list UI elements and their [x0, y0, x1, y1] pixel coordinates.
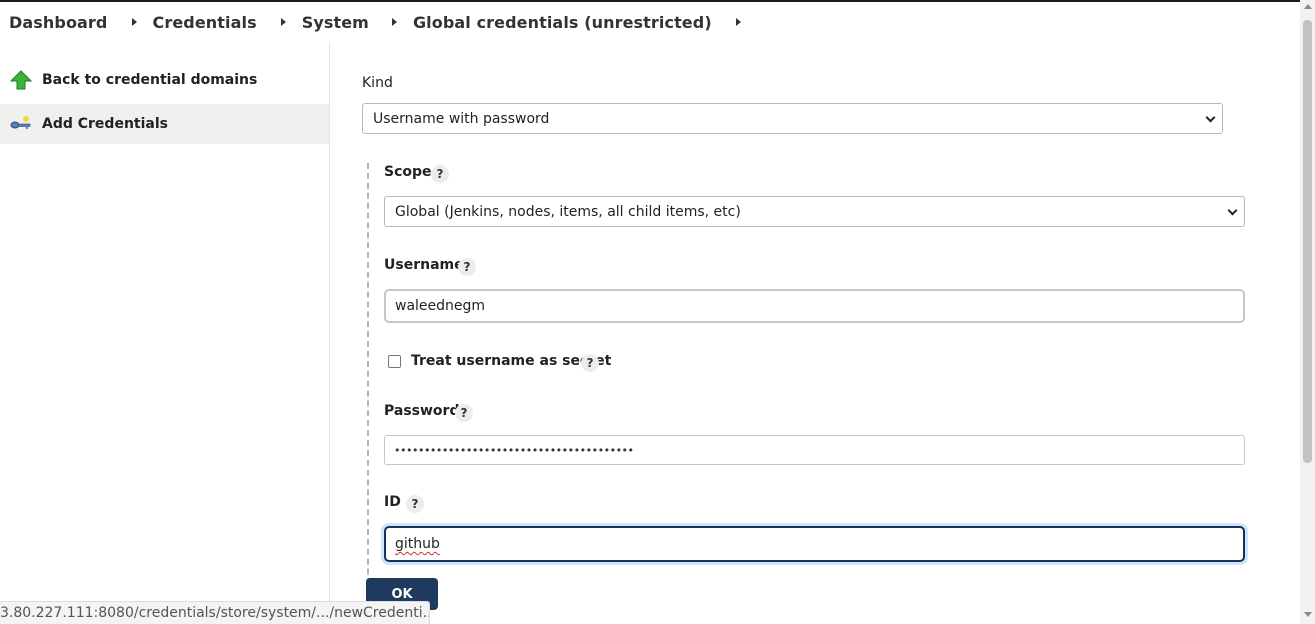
password-input[interactable]: ••••••••••••••••••••••••••••••••••••••••: [384, 435, 1245, 465]
chevron-down-icon: [1227, 205, 1238, 216]
password-input-value: ••••••••••••••••••••••••••••••••••••••••: [394, 443, 634, 457]
sidebar-item-label: Add Credentials: [42, 116, 168, 132]
kind-select-value: Username with password: [373, 110, 550, 127]
username-input-value: waleednegm: [395, 298, 486, 314]
kind-select[interactable]: Username with password: [362, 103, 1223, 134]
chevron-right-icon[interactable]: [280, 18, 286, 26]
id-input[interactable]: github: [384, 526, 1245, 562]
scope-select-value: Global (Jenkins, nodes, items, all child…: [395, 203, 741, 220]
scrollbar-thumb[interactable]: [1303, 20, 1312, 463]
scroll-down-icon[interactable]: [1304, 612, 1312, 617]
breadcrumb: Dashboard Credentials System Global cred…: [0, 2, 1300, 42]
scope-help-icon[interactable]: ?: [431, 165, 449, 183]
sidebar-item-label: Back to credential domains: [42, 72, 258, 88]
username-input[interactable]: waleednegm: [384, 289, 1245, 323]
breadcrumb-global-credentials[interactable]: Global credentials (unrestricted): [413, 13, 712, 32]
scope-select[interactable]: Global (Jenkins, nodes, items, all child…: [384, 196, 1245, 227]
sidebar-item-add-credentials[interactable]: Add Credentials: [0, 104, 329, 144]
treat-username-secret-checkbox[interactable]: [388, 355, 401, 368]
chevron-right-icon[interactable]: [735, 18, 741, 26]
nested-section-divider: [367, 163, 369, 624]
username-help-icon[interactable]: ?: [458, 258, 476, 276]
status-url-preview: 3.80.227.111:8080/credentials/store/syst…: [0, 601, 430, 624]
credential-form: Kind Username with password Scope ? Glob…: [330, 42, 1300, 624]
breadcrumb-system[interactable]: System: [302, 13, 369, 32]
chevron-right-icon[interactable]: [391, 18, 397, 26]
password-label: Password: [384, 403, 460, 419]
chevron-right-icon[interactable]: [132, 18, 138, 26]
vertical-scrollbar[interactable]: [1300, 0, 1315, 624]
chevron-down-icon: [1205, 112, 1216, 123]
id-label: ID: [384, 494, 401, 510]
scroll-up-icon[interactable]: [1304, 4, 1312, 9]
scope-label: Scope: [384, 164, 432, 180]
username-label: Username: [384, 257, 464, 273]
password-help-icon[interactable]: ?: [455, 404, 473, 422]
id-help-icon[interactable]: ?: [406, 495, 424, 513]
breadcrumb-dashboard[interactable]: Dashboard: [9, 13, 107, 32]
id-input-value: github: [395, 536, 440, 552]
up-arrow-icon: [10, 69, 32, 91]
sidebar: Back to credential domains Add Credentia…: [0, 42, 330, 624]
key-icon: [10, 113, 32, 135]
sidebar-item-back-to-domains[interactable]: Back to credential domains: [0, 60, 329, 100]
kind-label: Kind: [362, 75, 393, 91]
treat-secret-help-icon[interactable]: ?: [581, 354, 599, 372]
breadcrumb-credentials[interactable]: Credentials: [152, 13, 256, 32]
